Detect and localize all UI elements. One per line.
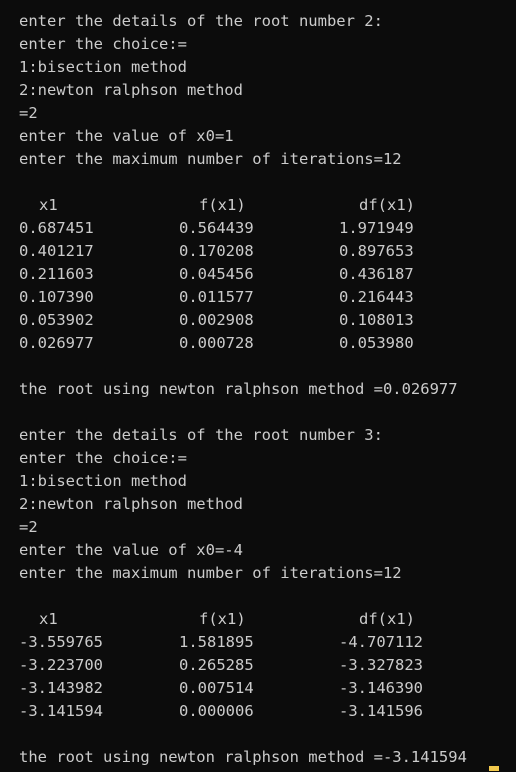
menu-option-bisection: 1:bisection method bbox=[19, 472, 187, 490]
table-cell: 0.107390 bbox=[19, 288, 94, 306]
choice-input-echo: =2 bbox=[19, 518, 38, 536]
x0-input-echo: enter the value of x0=1 bbox=[19, 127, 234, 145]
table-cell: -3.141594 bbox=[19, 702, 103, 720]
table-cell: 0.564439 bbox=[179, 219, 254, 237]
table-cell: 0.170208 bbox=[179, 242, 254, 260]
root-result: the root using newton ralphson method =-… bbox=[19, 748, 467, 766]
terminal-output[interactable]: enter the details of the root number 2: … bbox=[0, 0, 516, 772]
prompt-choice: enter the choice:= bbox=[19, 35, 187, 53]
table-header-fx1: f(x1) bbox=[199, 610, 246, 628]
text-cursor bbox=[489, 766, 499, 771]
menu-option-newton: 2:newton ralphson method bbox=[19, 495, 243, 513]
table-cell: 0.002908 bbox=[179, 311, 254, 329]
table-header-x1: x1 bbox=[39, 610, 58, 628]
iterations-input-echo: enter the maximum number of iterations=1… bbox=[19, 564, 402, 582]
table-cell: 0.045456 bbox=[179, 265, 254, 283]
table-cell: 0.687451 bbox=[19, 219, 94, 237]
table-cell: 0.211603 bbox=[19, 265, 94, 283]
table-cell: 1.581895 bbox=[179, 633, 254, 651]
x0-input-echo: enter the value of x0=-4 bbox=[19, 541, 243, 559]
table-cell: 0.216443 bbox=[339, 288, 414, 306]
table-header-dfx1: df(x1) bbox=[359, 196, 415, 214]
menu-option-newton: 2:newton ralphson method bbox=[19, 81, 243, 99]
table-cell: 0.007514 bbox=[179, 679, 254, 697]
table-header-fx1: f(x1) bbox=[199, 196, 246, 214]
prompt-choice: enter the choice:= bbox=[19, 449, 187, 467]
iterations-input-echo: enter the maximum number of iterations=1… bbox=[19, 150, 402, 168]
table-header-x1: x1 bbox=[39, 196, 58, 214]
table-cell: -3.141596 bbox=[339, 702, 423, 720]
table-cell: 0.026977 bbox=[19, 334, 94, 352]
root-result: the root using newton ralphson method =0… bbox=[19, 380, 458, 398]
table-cell: -3.559765 bbox=[19, 633, 103, 651]
table-cell: 0.108013 bbox=[339, 311, 414, 329]
prompt-root-details: enter the details of the root number 3: bbox=[19, 426, 383, 444]
choice-input-echo: =2 bbox=[19, 104, 38, 122]
table-cell: -3.327823 bbox=[339, 656, 423, 674]
menu-option-bisection: 1:bisection method bbox=[19, 58, 187, 76]
table-cell: -3.223700 bbox=[19, 656, 103, 674]
table-cell: 1.971949 bbox=[339, 219, 414, 237]
table-cell: 0.000006 bbox=[179, 702, 254, 720]
prompt-root-details: enter the details of the root number 2: bbox=[19, 12, 383, 30]
table-cell: -3.146390 bbox=[339, 679, 423, 697]
table-cell: 0.053902 bbox=[19, 311, 94, 329]
table-cell: -4.707112 bbox=[339, 633, 423, 651]
table-cell: 0.401217 bbox=[19, 242, 94, 260]
table-header-dfx1: df(x1) bbox=[359, 610, 415, 628]
table-cell: 0.000728 bbox=[179, 334, 254, 352]
table-cell: 0.053980 bbox=[339, 334, 414, 352]
table-cell: 0.436187 bbox=[339, 265, 414, 283]
table-cell: 0.011577 bbox=[179, 288, 254, 306]
table-cell: -3.143982 bbox=[19, 679, 103, 697]
table-cell: 0.265285 bbox=[179, 656, 254, 674]
table-cell: 0.897653 bbox=[339, 242, 414, 260]
